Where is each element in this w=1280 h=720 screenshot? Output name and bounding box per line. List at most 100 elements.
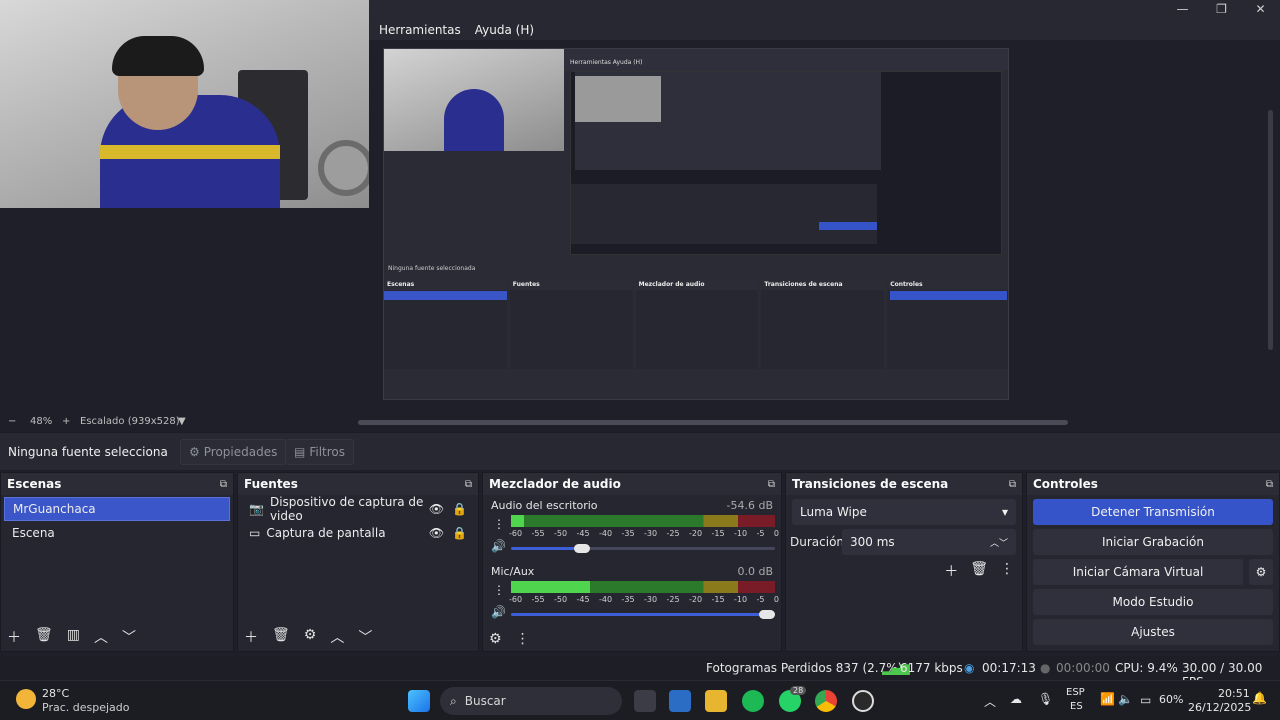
microphone-icon[interactable]: 🎙 [1038,692,1053,706]
duration-field[interactable]: 300 ms ︿﹀ [842,529,1016,555]
mini-webcam [384,49,564,151]
speaker-icon[interactable]: 🔊 [491,605,506,619]
speaker-icon[interactable]: 🔊 [491,539,506,553]
chevron-up-icon[interactable]: ︿ [94,627,108,647]
popout-icon[interactable]: ⧉ [768,479,775,490]
scale-tick: -40 [599,529,613,538]
scale-label[interactable]: Escalado (939x528) [80,416,180,427]
popout-icon[interactable]: ⧉ [220,479,227,490]
more-icon[interactable]: ⋮ [516,631,530,647]
scale-tick: -10 [734,595,748,604]
scale-tick: -15 [711,529,725,538]
eye-icon[interactable]: 👁 [429,502,444,516]
transition-select[interactable]: Luma Wipe ▾ [792,499,1016,525]
scene-item-escena[interactable]: Escena [4,521,230,545]
clock-date[interactable]: 26/12/2025 [1188,701,1251,714]
source-item-video-capture[interactable]: 📷 Dispositivo de captura de video 👁 🔒 [241,495,475,523]
properties-button[interactable]: ⚙ Propiedades [180,439,287,465]
maximize-button[interactable]: ❐ [1202,0,1241,18]
gear-icon: ⚙ [189,445,200,459]
add-icon[interactable]: ＋ [944,561,958,581]
mixer-title: Mezclador de audio [489,477,621,491]
popout-icon[interactable]: ⧉ [1009,479,1016,490]
more-icon[interactable]: ⋮ [493,517,505,531]
virtual-camera-button[interactable]: Iniciar Cámara Virtual [1033,559,1243,585]
volume-track-desktop [511,547,775,550]
popout-icon[interactable]: ⧉ [465,479,472,490]
more-icon[interactable]: ⋮ [493,583,505,597]
chrome-icon[interactable] [815,690,837,712]
person-hair [112,36,204,76]
virtual-camera-settings[interactable]: ⚙ [1249,559,1273,585]
studio-mode-button[interactable]: Modo Estudio [1033,589,1273,615]
source-item-screen-capture[interactable]: ▭ Captura de pantalla 👁 🔒 [241,521,475,545]
obs-icon[interactable] [852,690,874,712]
spotify-icon[interactable] [742,690,764,712]
battery-icon[interactable]: ▭ [1140,693,1151,707]
menu-herramientas[interactable]: Herramientas [379,23,461,37]
wifi-icon[interactable]: 📶 [1100,692,1115,706]
broadcast-icon: ◉ [964,661,975,675]
weather-icon[interactable] [16,689,36,709]
chevron-up-icon[interactable]: ︿ [330,627,344,647]
volume-icon[interactable]: 🔈 [1118,692,1133,706]
popout-icon[interactable]: ⧉ [1266,479,1273,490]
dropped-frames: Fotogramas Perdidos 837 (2.7%) [706,661,903,675]
trash-icon[interactable]: 🗑 [35,627,53,647]
file-explorer-icon[interactable] [705,690,727,712]
trash-icon[interactable]: 🗑 [970,561,988,581]
transitions-dock: Transiciones de escena ⧉ Luma Wipe ▾ Dura… [785,472,1023,652]
mini-dock-scenes: Escenas [384,279,507,290]
stepper-icon[interactable]: ︿﹀ [990,536,1008,549]
task-view-icon[interactable] [634,690,656,712]
notification-icon[interactable]: 🔔 [1252,691,1267,705]
chevron-up-icon[interactable]: ︿ [984,693,996,710]
lang-primary[interactable]: ESP [1066,687,1085,698]
taskbar-search[interactable]: ⌕ Buscar [440,687,622,715]
mini-inner-capture [570,71,1002,255]
close-button[interactable]: ✕ [1241,0,1280,18]
advanced-audio-icon[interactable]: ⚙ [489,631,502,647]
meter-level-mic [511,581,591,593]
cloud-icon[interactable]: ☁ [1010,692,1022,706]
minimize-button[interactable]: — [1163,0,1202,18]
filters-button[interactable]: ▤ Filtros [285,439,355,465]
chevron-down-icon[interactable]: ﹀ [122,627,136,647]
lock-icon[interactable]: 🔒 [452,502,467,516]
chevron-down-icon: ▾ [1001,505,1008,519]
add-icon[interactable]: ＋ [244,627,258,647]
clock-time[interactable]: 20:51 [1218,687,1250,700]
zoom-in-button[interactable]: + [62,416,70,427]
search-placeholder: Buscar [464,694,506,708]
volume-knob-mic[interactable] [759,610,775,619]
trash-icon[interactable]: 🗑 [272,627,290,647]
stop-stream-button[interactable]: Detener Transmisión [1033,499,1273,525]
gear-icon[interactable]: ⚙ [304,627,317,647]
preview-horizontal-scrollbar[interactable] [358,420,1068,425]
scale-dropdown-icon[interactable]: ▼ [178,416,186,427]
volume-knob-desktop[interactable] [574,544,591,553]
menu-ayuda[interactable]: Ayuda (H) [475,23,534,37]
start-recording-button[interactable]: Iniciar Grabación [1033,529,1273,555]
zoom-level: 48% [30,416,53,427]
add-icon[interactable]: ＋ [7,627,21,647]
zoom-out-button[interactable]: − [8,416,16,427]
scene-item-mrguanchaca[interactable]: MrGuanchaca [4,497,230,521]
chevron-down-icon[interactable]: ﹀ [358,627,372,647]
sources-title: Fuentes [244,477,298,491]
volume-track-mic [511,613,775,616]
filter-icon[interactable]: ▥ [67,627,80,647]
lock-icon[interactable]: 🔒 [452,526,467,540]
settings-button[interactable]: Ajustes [1033,619,1273,645]
battery-percent: 60% [1159,693,1184,706]
eye-icon[interactable]: 👁 [429,526,444,540]
more-icon[interactable]: ⋮ [1000,561,1014,581]
controls-title: Controles [1033,477,1098,491]
windows-start-icon[interactable] [408,690,430,712]
filter-icon: ▤ [294,445,306,459]
store-icon[interactable] [669,690,691,712]
scale-tick: -20 [689,595,703,604]
scale-tick: -25 [666,529,680,538]
lang-secondary[interactable]: ES [1070,701,1083,712]
preview-vertical-scrollbar[interactable] [1268,110,1273,350]
